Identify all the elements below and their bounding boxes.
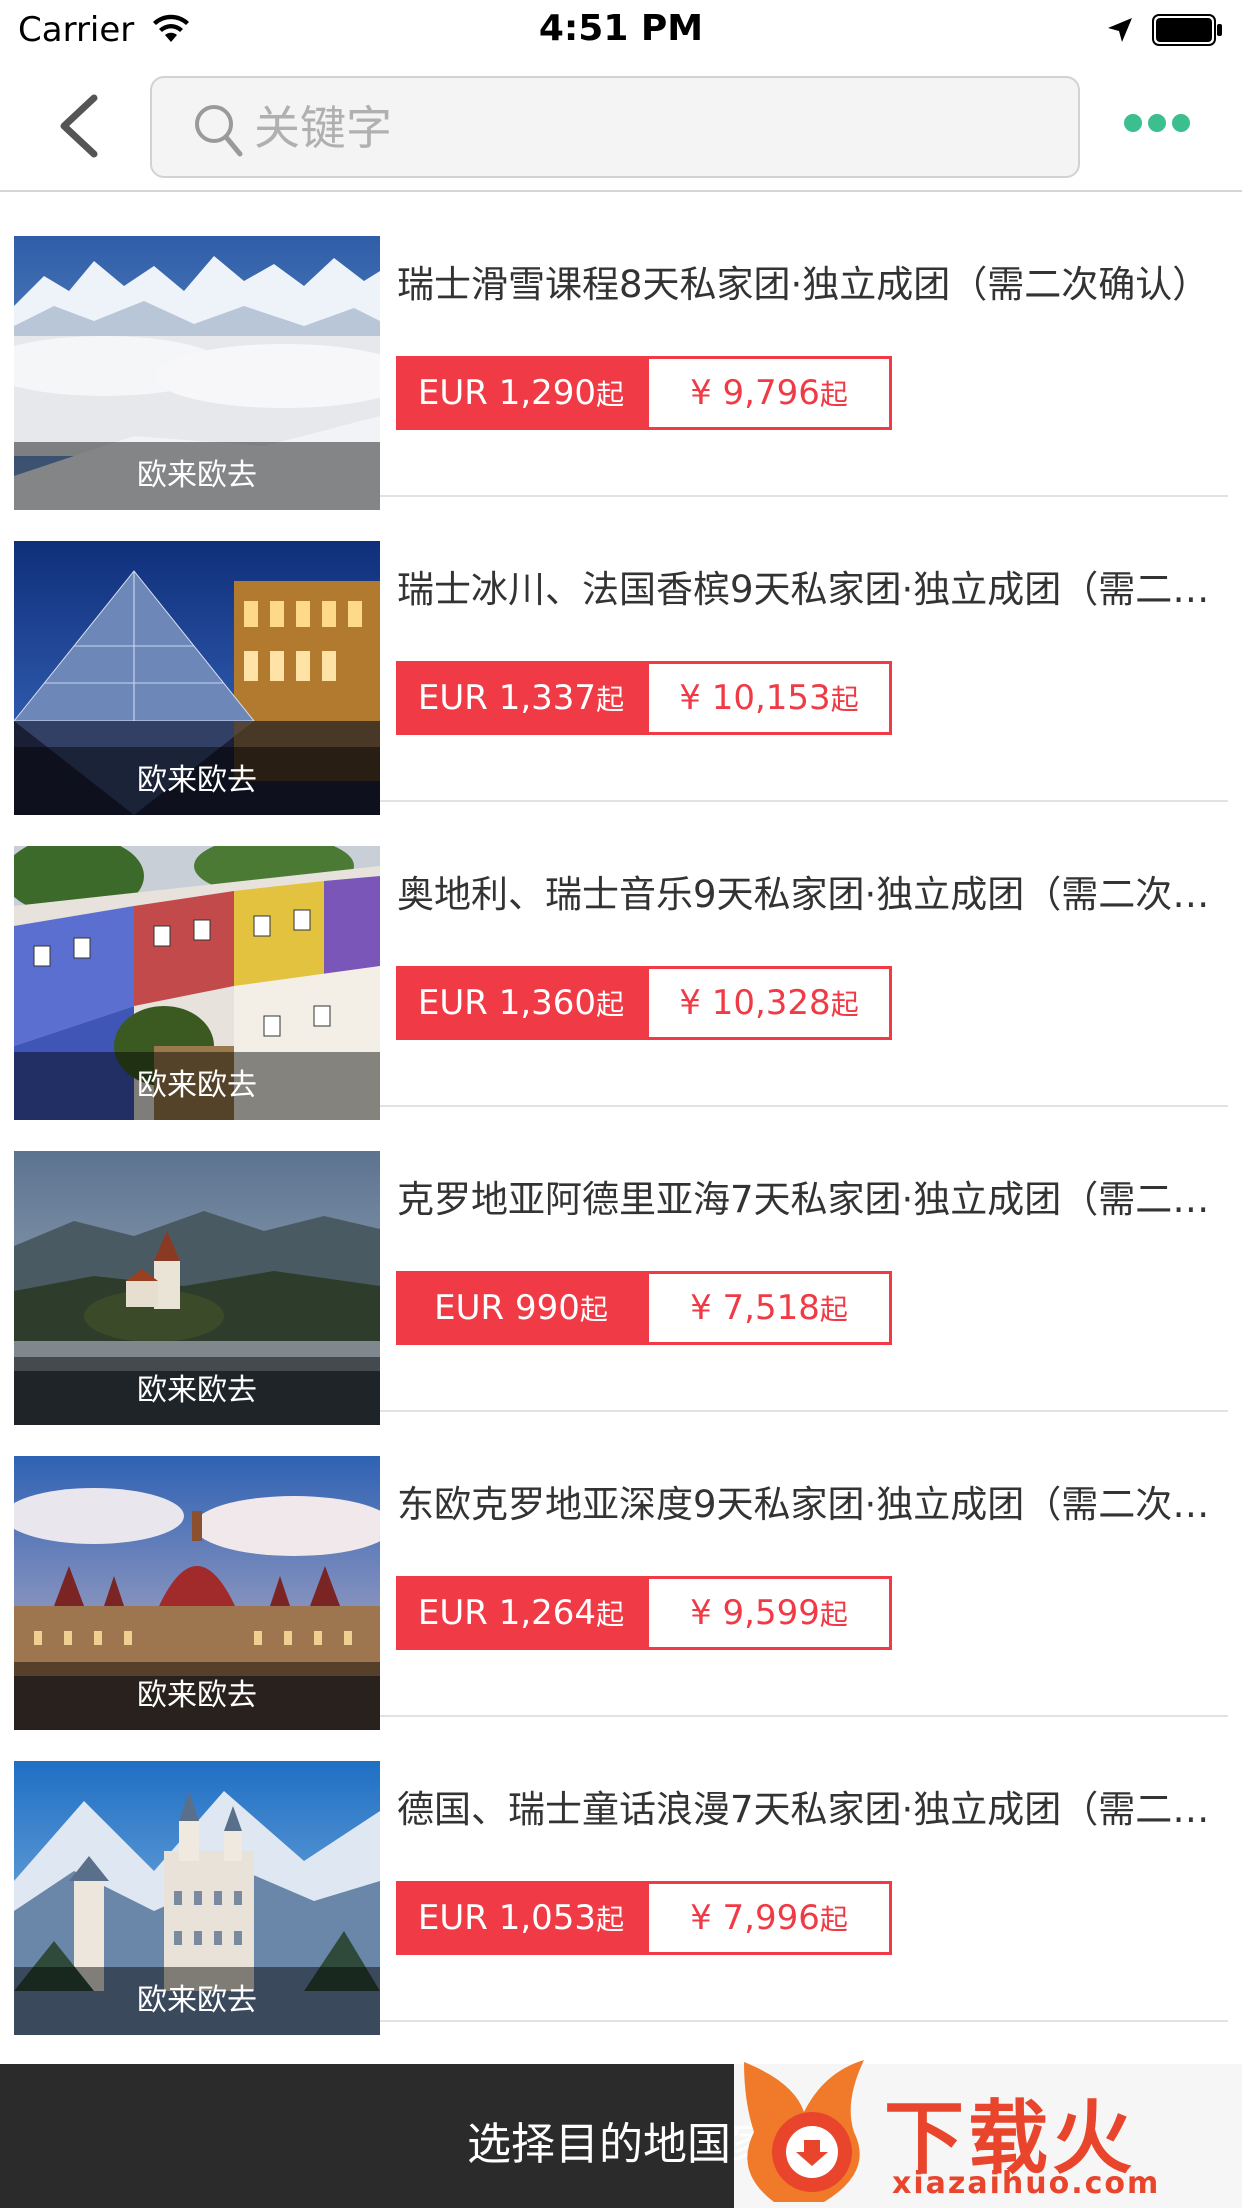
tour-title: 瑞士滑雪课程8天私家团·独立成团（需二次确认） bbox=[397, 263, 1210, 306]
back-chevron-icon[interactable] bbox=[44, 86, 114, 166]
tour-title: 德国、瑞士童话浪漫7天私家团·独立成团（需二次确认） bbox=[397, 1788, 1217, 1831]
more-dot bbox=[1172, 114, 1190, 132]
price-cny-value: ¥ 9,599 bbox=[690, 1593, 820, 1633]
search-icon bbox=[195, 105, 243, 157]
tour-list-item[interactable]: 欧来欧去 东欧克罗地亚深度9天私家团·独立成团（需二次确认） EUR 1,264… bbox=[14, 1412, 1228, 1730]
tour-list-item[interactable]: 欧来欧去 瑞士滑雪课程8天私家团·独立成团（需二次确认） EUR 1,290起 … bbox=[14, 192, 1228, 510]
price-suffix: 起 bbox=[830, 988, 859, 1021]
tour-title: 东欧克罗地亚深度9天私家团·独立成团（需二次确认） bbox=[397, 1483, 1217, 1526]
search-input[interactable] bbox=[254, 88, 1054, 168]
price-suffix: 起 bbox=[596, 1903, 625, 1936]
price-suffix: 起 bbox=[819, 1598, 848, 1631]
price-cny-value: ¥ 10,153 bbox=[679, 678, 831, 718]
more-dot bbox=[1124, 114, 1142, 132]
price-cny-badge: ¥ 10,153起 bbox=[646, 661, 892, 735]
price-cny-value: ¥ 7,518 bbox=[690, 1288, 820, 1328]
thumbnail-caption: 欧来欧去 bbox=[14, 1967, 380, 2035]
tour-list-item[interactable]: 欧来欧去 德国、瑞士童话浪漫7天私家团·独立成团（需二次确认） EUR 1,05… bbox=[14, 1717, 1228, 2035]
battery-icon bbox=[1152, 14, 1222, 46]
tour-thumbnail: 欧来欧去 bbox=[14, 236, 380, 510]
price-cny-value: ¥ 10,328 bbox=[679, 983, 831, 1023]
price-cny-value: ¥ 7,996 bbox=[690, 1898, 820, 1938]
price-eur-badge: EUR 1,290起 bbox=[396, 356, 646, 430]
watermark-logo: 下载火 xiazaihuo.com bbox=[734, 2052, 1242, 2208]
price-eur-badge: EUR 1,053起 bbox=[396, 1881, 646, 1955]
tour-thumbnail: 欧来欧去 bbox=[14, 1456, 380, 1730]
tour-thumbnail: 欧来欧去 bbox=[14, 846, 380, 1120]
price-eur-value: EUR 1,290 bbox=[417, 373, 597, 413]
tour-thumbnail: 欧来欧去 bbox=[14, 1761, 380, 2035]
tour-thumbnail: 欧来欧去 bbox=[14, 1151, 380, 1425]
price-eur-badge: EUR 990起 bbox=[396, 1271, 646, 1345]
tour-list-item[interactable]: 欧来欧去 奥地利、瑞士音乐9天私家团·独立成团（需二次确认） EUR 1,360… bbox=[14, 802, 1228, 1120]
price-suffix: 起 bbox=[596, 988, 625, 1021]
tour-list-item[interactable]: 欧来欧去 克罗地亚阿德里亚海7天私家团·独立成团（需二次确认） EUR 990起… bbox=[14, 1107, 1228, 1425]
price-cny-badge: ¥ 9,796起 bbox=[646, 356, 892, 430]
tour-title: 瑞士冰川、法国香槟9天私家团·独立成团（需二次确认） bbox=[397, 568, 1217, 611]
nav-bar bbox=[0, 62, 1242, 192]
price-cny-value: ¥ 9,796 bbox=[690, 373, 820, 413]
price-suffix: 起 bbox=[819, 1293, 848, 1326]
price-cny-badge: ¥ 10,328起 bbox=[646, 966, 892, 1040]
price-suffix: 起 bbox=[579, 1293, 608, 1326]
tour-title: 奥地利、瑞士音乐9天私家团·独立成团（需二次确认） bbox=[397, 873, 1217, 916]
watermark-url: xiazaihuo.com bbox=[892, 2166, 1161, 2201]
price-eur-badge: EUR 1,360起 bbox=[396, 966, 646, 1040]
price-eur-value: EUR 990 bbox=[434, 1288, 580, 1328]
more-dot bbox=[1148, 114, 1166, 132]
price-suffix: 起 bbox=[819, 378, 848, 411]
price-suffix: 起 bbox=[819, 1903, 848, 1936]
tour-thumbnail: 欧来欧去 bbox=[14, 541, 380, 815]
price-suffix: 起 bbox=[830, 683, 859, 716]
tour-list: 欧来欧去 瑞士滑雪课程8天私家团·独立成团（需二次确认） EUR 1,290起 … bbox=[0, 192, 1242, 2035]
search-box[interactable] bbox=[150, 76, 1080, 178]
price-eur-value: EUR 1,264 bbox=[417, 1593, 597, 1633]
price-suffix: 起 bbox=[596, 683, 625, 716]
tour-list-item[interactable]: 欧来欧去 瑞士冰川、法国香槟9天私家团·独立成团（需二次确认） EUR 1,33… bbox=[14, 497, 1228, 815]
price-suffix: 起 bbox=[596, 1598, 625, 1631]
price-eur-badge: EUR 1,337起 bbox=[396, 661, 646, 735]
more-dots-icon[interactable] bbox=[1124, 114, 1190, 140]
location-arrow-icon bbox=[1108, 18, 1132, 42]
price-eur-badge: EUR 1,264起 bbox=[396, 1576, 646, 1650]
price-suffix: 起 bbox=[596, 378, 625, 411]
clock: 4:51 PM bbox=[538, 8, 704, 49]
price-eur-value: EUR 1,360 bbox=[417, 983, 597, 1023]
price-eur-value: EUR 1,337 bbox=[417, 678, 597, 718]
price-eur-value: EUR 1,053 bbox=[417, 1898, 597, 1938]
price-cny-badge: ¥ 7,518起 bbox=[646, 1271, 892, 1345]
tour-title: 克罗地亚阿德里亚海7天私家团·独立成团（需二次确认） bbox=[397, 1178, 1217, 1221]
status-bar: Carrier 4:51 PM bbox=[0, 0, 1242, 62]
price-cny-badge: ¥ 9,599起 bbox=[646, 1576, 892, 1650]
price-cny-badge: ¥ 7,996起 bbox=[646, 1881, 892, 1955]
